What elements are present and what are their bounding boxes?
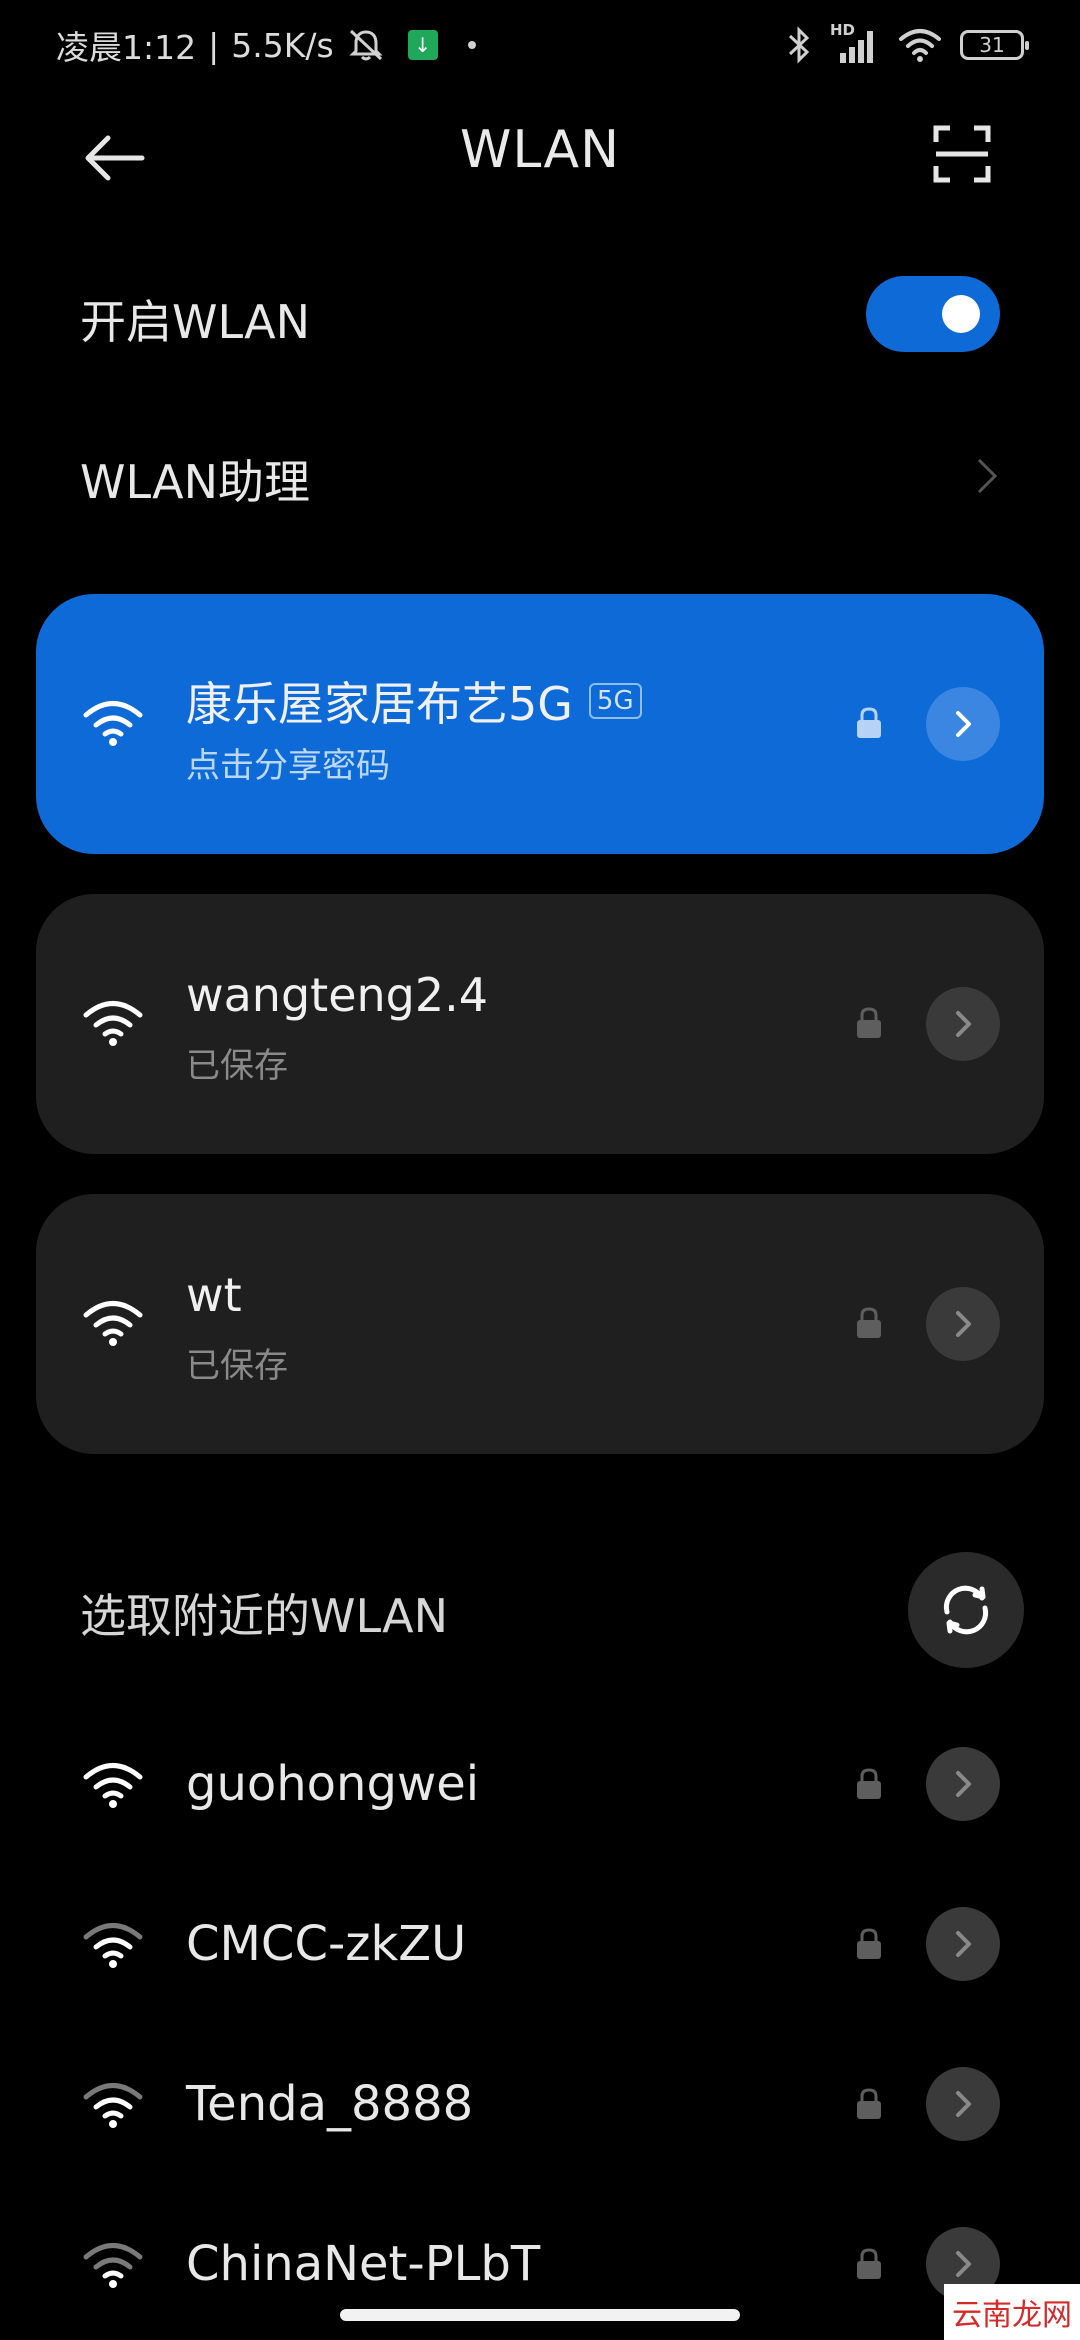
lock-icon <box>857 1768 881 1799</box>
page-title: WLAN <box>459 120 621 180</box>
network-ssid: CMCC-zkZU <box>186 1916 467 1972</box>
chevron-right-icon <box>956 1931 971 1957</box>
battery-icon: 31 <box>960 30 1029 60</box>
share-password-hint[interactable]: 点击分享密码 <box>186 738 390 787</box>
lock-icon <box>857 2248 881 2279</box>
chevron-right-icon <box>956 2251 971 2277</box>
home-indicator[interactable] <box>340 2309 740 2321</box>
network-ssid: 康乐屋家居布艺5G 5G <box>186 668 642 734</box>
network-ssid-text: wt <box>186 1268 242 1322</box>
wlan-settings-screen: 凌晨1:12 | 5.5K/s ↓ HD 31 WLAN 开启WLAN WLAN… <box>0 0 1080 2340</box>
network-ssid-text: 康乐屋家居布艺5G <box>186 677 573 731</box>
dot-icon <box>467 41 476 49</box>
network-ssid-text: wangteng2.4 <box>186 968 489 1022</box>
wifi-signal-icon <box>83 1763 143 1808</box>
lock-icon <box>857 1928 881 1959</box>
watermark: 云南龙网 <box>944 2284 1080 2340</box>
wifi-signal-icon <box>83 2243 143 2288</box>
nearby-network-row[interactable]: guohongwei <box>0 1704 1080 1864</box>
network-detail-button[interactable] <box>926 987 1000 1061</box>
status-net-speed: 5.5K/s <box>231 25 334 65</box>
status-left: 凌晨1:12 | 5.5K/s ↓ <box>56 18 476 72</box>
bluetooth-icon <box>788 26 810 64</box>
lock-icon <box>857 1007 881 1038</box>
chevron-right-icon <box>956 711 971 737</box>
network-ssid: wt <box>186 1268 242 1322</box>
wifi-signal-icon <box>83 2083 143 2128</box>
nearby-network-row[interactable]: CMCC-zkZU <box>0 1864 1080 2024</box>
wlan-toggle-label: 开启WLAN <box>80 295 311 349</box>
status-time: 凌晨1:12 <box>56 28 197 67</box>
lock-icon <box>857 707 881 738</box>
header: WLAN <box>0 110 1080 200</box>
wifi-signal-icon <box>83 1923 143 1968</box>
network-status: 已保存 <box>186 1346 288 1386</box>
chevron-right-icon <box>956 1311 971 1337</box>
wifi-signal-icon <box>83 1301 143 1346</box>
nearby-network-row[interactable]: Tenda_8888 <box>0 2024 1080 2184</box>
band-badge: 5G <box>588 683 642 719</box>
nearby-section-title: 选取附近的WLAN <box>80 1589 449 1643</box>
network-detail-button[interactable] <box>926 1907 1000 1981</box>
refresh-button[interactable] <box>908 1552 1024 1668</box>
network-detail-button[interactable] <box>926 2067 1000 2141</box>
status-separator: | <box>208 25 220 65</box>
wlan-toggle-switch[interactable] <box>866 276 1000 352</box>
network-ssid: ChinaNet-PLbT <box>186 2236 541 2292</box>
chevron-right-icon <box>956 1011 971 1037</box>
lock-icon <box>857 2088 881 2119</box>
mute-icon <box>349 29 383 61</box>
chevron-right-icon <box>956 1771 971 1797</box>
wifi-signal-icon <box>83 701 143 746</box>
saved-network-card-connected[interactable]: 康乐屋家居布艺5G 5G 点击分享密码 <box>36 594 1044 854</box>
chevron-right-icon <box>977 458 998 494</box>
network-ssid: wangteng2.4 <box>186 968 488 1022</box>
wlan-assistant-label: WLAN助理 <box>80 455 311 509</box>
signal-icon: HD <box>830 21 880 65</box>
network-detail-button[interactable] <box>926 687 1000 761</box>
network-ssid: guohongwei <box>186 1756 480 1812</box>
saved-network-card[interactable]: wt 已保存 <box>36 1194 1044 1454</box>
network-detail-button[interactable] <box>926 1287 1000 1361</box>
battery-level: 31 <box>979 33 1005 57</box>
status-bar: 凌晨1:12 | 5.5K/s ↓ HD 31 <box>0 0 1080 90</box>
status-right: HD 31 <box>786 18 1029 72</box>
network-status: 已保存 <box>186 1046 288 1086</box>
lock-icon <box>857 1307 881 1338</box>
toggle-knob <box>942 295 980 333</box>
wifi-status-icon <box>899 29 941 62</box>
download-icon: ↓ <box>407 30 438 60</box>
network-detail-button[interactable] <box>926 1747 1000 1821</box>
wifi-signal-icon <box>83 1001 143 1046</box>
network-ssid: Tenda_8888 <box>186 2076 474 2132</box>
saved-network-card[interactable]: wangteng2.4 已保存 <box>36 894 1044 1154</box>
scan-icon[interactable] <box>932 124 992 184</box>
chevron-right-icon <box>956 2091 971 2117</box>
refresh-icon <box>943 1585 989 1635</box>
